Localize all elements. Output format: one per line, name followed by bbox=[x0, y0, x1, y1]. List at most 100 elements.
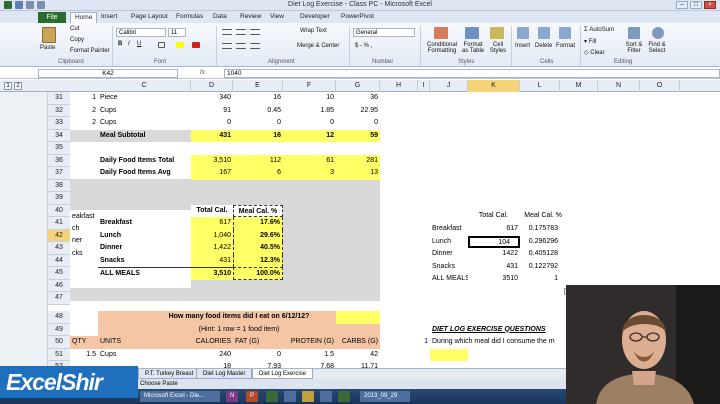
delete-cells-icon[interactable] bbox=[538, 27, 550, 39]
cell-d50[interactable]: CALORIES bbox=[191, 336, 233, 349]
column-header-l[interactable]: L bbox=[520, 80, 560, 92]
cell-g33[interactable]: 0 bbox=[336, 117, 380, 130]
bold-button[interactable]: B bbox=[118, 41, 122, 47]
column-header-d[interactable]: D bbox=[191, 80, 233, 92]
cell-e40[interactable]: Meal Cal. % bbox=[233, 204, 283, 217]
row-header[interactable]: 39 bbox=[48, 192, 70, 205]
borders-icon[interactable] bbox=[158, 42, 165, 48]
minimize-button[interactable]: – bbox=[676, 1, 688, 9]
cell-b32[interactable]: 2 bbox=[72, 105, 98, 118]
row-header[interactable]: 49 bbox=[48, 323, 70, 336]
cell-d44[interactable]: 431 bbox=[191, 254, 233, 267]
autosum-button[interactable]: Σ AutoSum bbox=[584, 27, 614, 33]
question-1-answer[interactable] bbox=[430, 348, 468, 361]
column-header-h[interactable]: H bbox=[380, 80, 418, 92]
taskbar-folder-icon[interactable] bbox=[302, 391, 314, 402]
tab-powerpivot[interactable]: PowerPivot bbox=[341, 13, 374, 20]
cell-l44[interactable]: 0.122792 bbox=[520, 261, 560, 274]
paste-icon[interactable] bbox=[42, 27, 56, 43]
taskbar-folder[interactable]: 2013_09_29 bbox=[360, 391, 410, 402]
cell-b34[interactable] bbox=[70, 129, 98, 142]
cell-d37[interactable]: 167 bbox=[191, 167, 233, 180]
cell-e43[interactable]: 40.5% bbox=[233, 242, 283, 255]
cell-f33[interactable]: 0 bbox=[283, 117, 336, 130]
column-header-j[interactable]: J bbox=[430, 80, 468, 92]
row-header[interactable]: 44 bbox=[48, 254, 70, 267]
row-header[interactable]: 42 bbox=[48, 229, 70, 242]
cell-d41[interactable]: 617 bbox=[191, 217, 233, 230]
bottom-align-icon[interactable] bbox=[250, 29, 260, 35]
cell-k44[interactable]: 431 bbox=[468, 261, 520, 274]
cell-l45[interactable]: 1 bbox=[520, 273, 560, 286]
column-header-c[interactable]: C bbox=[98, 80, 191, 92]
cell-f36[interactable]: 61 bbox=[283, 154, 336, 167]
cell-b50[interactable]: UNITS bbox=[98, 336, 191, 349]
row-header[interactable]: 36 bbox=[48, 154, 70, 167]
row-header[interactable]: 46 bbox=[48, 279, 70, 292]
cell-k40[interactable]: Total Cal. bbox=[468, 210, 510, 223]
row-header[interactable]: 50 bbox=[48, 336, 70, 349]
cell-f51[interactable]: 1.5 bbox=[283, 349, 336, 362]
cell-a42[interactable]: ner bbox=[70, 235, 98, 248]
format-cells-icon[interactable] bbox=[559, 27, 571, 39]
fill-color-icon[interactable] bbox=[176, 42, 184, 48]
row-header[interactable]: 34 bbox=[48, 129, 70, 142]
row-header[interactable]: 32 bbox=[48, 104, 70, 117]
cell-l42[interactable]: 0.296296 bbox=[520, 236, 560, 249]
cell-k43[interactable]: 1422 bbox=[468, 248, 520, 261]
cell-e50[interactable]: FAT (G) bbox=[233, 336, 283, 349]
cell-d51[interactable]: 240 bbox=[191, 349, 233, 362]
cell-f32[interactable]: 1.85 bbox=[283, 105, 336, 118]
cell-g34[interactable]: 59 bbox=[336, 129, 380, 142]
row-header[interactable]: 37 bbox=[48, 167, 70, 180]
cell-styles-icon[interactable] bbox=[490, 27, 504, 39]
tab-formulas[interactable]: Formulas bbox=[176, 13, 203, 20]
cell-j45[interactable]: ALL MEALS bbox=[430, 273, 468, 286]
cell-j43[interactable]: Dinner bbox=[430, 248, 468, 261]
cell-f34[interactable]: 12 bbox=[283, 129, 336, 142]
row-header[interactable]: 38 bbox=[48, 179, 70, 192]
column-header-f[interactable]: F bbox=[283, 80, 336, 92]
name-box[interactable]: K42 bbox=[38, 69, 178, 78]
find-select-icon[interactable] bbox=[652, 27, 664, 39]
clear-button[interactable]: ◇ Clear bbox=[584, 49, 605, 56]
cell-b51[interactable]: Cups bbox=[98, 349, 191, 362]
taskbar-app-icon[interactable] bbox=[284, 391, 296, 402]
row-header[interactable]: 41 bbox=[48, 217, 70, 230]
cell-i50[interactable]: 1 bbox=[418, 336, 430, 349]
cell-a41[interactable]: ch bbox=[70, 223, 98, 236]
cell-k41[interactable]: 617 bbox=[468, 223, 520, 236]
tab-home[interactable]: Home bbox=[70, 12, 98, 23]
cell-d43[interactable]: 1,422 bbox=[191, 242, 233, 255]
cell-g37[interactable]: 13 bbox=[336, 167, 380, 180]
fill-button[interactable]: ▾ Fill bbox=[584, 38, 596, 45]
delete-button[interactable]: Delete bbox=[535, 43, 552, 49]
cell-e37[interactable]: 6 bbox=[233, 167, 283, 180]
align-left-icon[interactable] bbox=[222, 43, 232, 49]
cell-k45[interactable]: 3510 bbox=[468, 273, 520, 286]
cell-c44[interactable]: Snacks bbox=[98, 254, 191, 267]
row-header[interactable]: 35 bbox=[48, 142, 70, 155]
row-header[interactable]: 33 bbox=[48, 117, 70, 130]
cell-j41[interactable]: Breakfast bbox=[430, 223, 468, 236]
cell-b31[interactable]: 1 bbox=[72, 92, 98, 105]
cell-c34[interactable]: Meal Subtotal bbox=[98, 129, 191, 142]
cut-button[interactable]: Cut bbox=[70, 26, 79, 32]
row-header[interactable]: 43 bbox=[48, 242, 70, 255]
format-as-table-icon[interactable] bbox=[465, 27, 479, 39]
row-header[interactable]: 40 bbox=[48, 204, 70, 217]
outline-level-1-button[interactable]: 1 bbox=[4, 82, 12, 90]
conditional-formatting-icon[interactable] bbox=[434, 27, 448, 39]
cell-c45[interactable]: ALL MEALS bbox=[98, 267, 191, 280]
conditional-formatting-button[interactable]: Conditional Formatting bbox=[424, 42, 460, 54]
cell-l43[interactable]: 0.405128 bbox=[520, 248, 560, 261]
cell-d34[interactable]: 431 bbox=[191, 129, 233, 142]
file-tab[interactable]: File bbox=[38, 12, 66, 23]
underline-button[interactable]: U bbox=[137, 41, 141, 47]
cell-e42[interactable]: 29.6% bbox=[233, 229, 283, 242]
sheet-tab-turkey[interactable]: P.T. Turkey Breast bbox=[138, 369, 201, 379]
cell-d40[interactable]: Total Cal. bbox=[191, 204, 233, 217]
align-center-icon[interactable] bbox=[236, 43, 246, 49]
font-color-icon[interactable] bbox=[192, 42, 200, 48]
cell-k42-selected[interactable]: 104 bbox=[468, 235, 520, 248]
